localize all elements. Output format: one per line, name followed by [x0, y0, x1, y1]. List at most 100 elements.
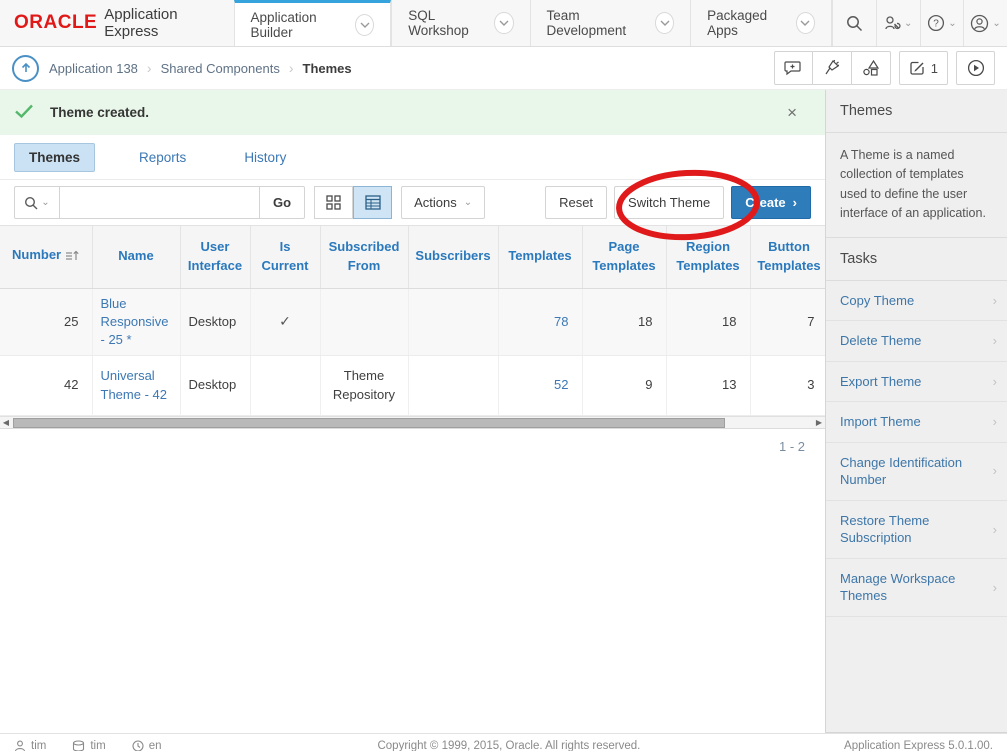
main-content: Theme created. × Themes Reports History …	[0, 90, 825, 733]
magnifier-icon	[24, 196, 38, 210]
column-header-subscribed-from[interactable]: Subscribed From	[320, 226, 408, 288]
task-delete-theme[interactable]: Delete Theme›	[826, 321, 1007, 362]
search-icon[interactable]	[832, 0, 876, 46]
breadcrumb-themes: Themes	[303, 61, 352, 76]
create-button[interactable]: Create ›	[731, 186, 811, 219]
column-header-button-templates[interactable]: Button Templates	[750, 226, 825, 288]
cell-templates: 78	[498, 288, 582, 356]
go-button[interactable]: Go	[260, 186, 305, 219]
edit-page-number: 1	[931, 61, 938, 76]
tab-history[interactable]: History	[230, 144, 300, 171]
nav-tab-packaged-apps[interactable]: Packaged Apps	[690, 0, 831, 46]
nav-tab-application-builder[interactable]: Application Builder	[234, 0, 392, 46]
run-application-button[interactable]	[956, 51, 995, 85]
horizontal-scrollbar[interactable]: ◀ ▶	[0, 416, 825, 429]
search-input[interactable]	[60, 186, 260, 219]
report-view-toggle[interactable]	[353, 186, 392, 219]
task-restore-theme-subscription[interactable]: Restore Theme Subscription ›	[826, 501, 1007, 559]
footer-copyright: Copyright © 1999, 2015, Oracle. All righ…	[377, 740, 640, 751]
tab-themes[interactable]: Themes	[14, 143, 95, 172]
column-header-templates[interactable]: Templates	[498, 226, 582, 288]
cell-page-templates: 9	[582, 356, 666, 416]
column-header-is-current[interactable]: Is Current	[250, 226, 320, 288]
close-icon[interactable]: ×	[773, 103, 811, 123]
sidebar-title: Themes	[840, 103, 892, 119]
help-icon[interactable]: ? ⌄	[920, 0, 964, 46]
chevron-down-icon[interactable]	[655, 12, 674, 34]
chevron-down-icon: ⌄	[41, 197, 49, 208]
cell-name: Blue Responsive - 25 *	[92, 288, 180, 356]
task-label: Restore Theme Subscription	[840, 512, 970, 547]
account-icon[interactable]: ⌄	[963, 0, 1007, 46]
scrollbar-thumb[interactable]	[13, 418, 725, 428]
page-tabs: Themes Reports History	[0, 135, 825, 180]
brand-logo: ORACLE Application Express	[0, 0, 234, 46]
nav-tab-sql-workshop[interactable]: SQL Workshop	[391, 0, 529, 46]
sidebar-description: A Theme is a named collection of templat…	[826, 133, 1007, 238]
chevron-right-icon: ›	[993, 521, 997, 539]
success-message: Theme created. ×	[0, 90, 825, 135]
column-header-page-templates[interactable]: Page Templates	[582, 226, 666, 288]
cell-subscribed-from: Theme Repository	[320, 356, 408, 416]
task-manage-workspace-themes[interactable]: Manage Workspace Themes›	[826, 559, 1007, 617]
report-toolbar: ⌄ Go Actions ⌄	[0, 180, 825, 225]
chevron-down-icon[interactable]	[796, 12, 815, 34]
cell-templates: 52	[498, 356, 582, 416]
shared-components-shapes-icon[interactable]	[852, 51, 891, 85]
task-change-identification-number[interactable]: Change Identification Number›	[826, 443, 1007, 501]
footer-language-label: en	[149, 740, 162, 751]
flashlight-icon[interactable]	[813, 51, 852, 85]
column-header-number[interactable]: Number	[0, 226, 92, 288]
chevron-down-icon[interactable]	[494, 12, 513, 34]
cell-page-templates: 18	[582, 288, 666, 356]
actions-menu-button[interactable]: Actions ⌄	[401, 186, 485, 219]
column-header-user-interface[interactable]: User Interface	[180, 226, 250, 288]
theme-link[interactable]: Universal Theme - 42	[101, 368, 167, 401]
task-copy-theme[interactable]: Copy Theme›	[826, 281, 1007, 322]
footer: tim tim en Copyright © 1999, 2015, Oracl…	[0, 733, 1007, 751]
icon-view-toggle[interactable]	[314, 186, 353, 219]
column-header-name[interactable]: Name	[92, 226, 180, 288]
footer-user: tim	[14, 740, 46, 751]
comment-add-icon[interactable]	[774, 51, 813, 85]
breadcrumb-shared-components[interactable]: Shared Components	[161, 61, 280, 76]
scroll-left-arrow-icon[interactable]: ◀	[0, 417, 12, 428]
task-import-theme[interactable]: Import Theme›	[826, 402, 1007, 443]
column-header-region-templates[interactable]: Region Templates	[666, 226, 750, 288]
edit-page-button[interactable]: 1	[899, 51, 948, 85]
administration-wrench-icon[interactable]: ⌄	[876, 0, 920, 46]
switch-theme-button[interactable]: Switch Theme	[614, 186, 724, 219]
templates-link[interactable]: 52	[554, 377, 568, 392]
theme-link[interactable]: Blue Responsive - 25 *	[101, 296, 169, 347]
reset-button[interactable]: Reset	[545, 186, 607, 219]
table-row: 25 Blue Responsive - 25 * Desktop ✓ 78 1…	[0, 288, 825, 356]
breadcrumb-application[interactable]: Application 138	[49, 61, 138, 76]
pagination: 1 - 2	[0, 429, 825, 463]
cell-subscribers	[408, 288, 498, 356]
task-label: Export Theme	[840, 373, 921, 391]
up-arrow-icon[interactable]	[12, 55, 39, 82]
task-label: Manage Workspace Themes	[840, 570, 970, 605]
create-label: Create	[745, 195, 785, 210]
templates-link[interactable]: 78	[554, 314, 568, 329]
breadcrumb-separator: ›	[147, 60, 152, 76]
actions-label: Actions	[414, 195, 457, 210]
search-column-selector[interactable]: ⌄	[14, 186, 60, 219]
task-label: Change Identification Number	[840, 454, 970, 489]
column-header-subscribers[interactable]: Subscribers	[408, 226, 498, 288]
nav-tab-team-development[interactable]: Team Development	[530, 0, 691, 46]
sort-ascending-icon[interactable]	[66, 249, 79, 264]
cell-user-interface: Desktop	[180, 356, 250, 416]
scroll-right-arrow-icon[interactable]: ▶	[813, 417, 825, 428]
cell-subscribers	[408, 356, 498, 416]
cell-subscribed-from	[320, 288, 408, 356]
themes-report: Number Name User Interface Is Current Su…	[0, 225, 825, 416]
chevron-right-icon: ›	[993, 292, 997, 310]
task-export-theme[interactable]: Export Theme›	[826, 362, 1007, 403]
tab-reports[interactable]: Reports	[125, 144, 200, 171]
chevron-down-icon[interactable]	[355, 14, 374, 36]
workspace-icon	[72, 740, 85, 751]
cell-region-templates: 13	[666, 356, 750, 416]
product-name: Application Express	[104, 6, 207, 40]
sidebar-empty-area	[826, 617, 1007, 733]
